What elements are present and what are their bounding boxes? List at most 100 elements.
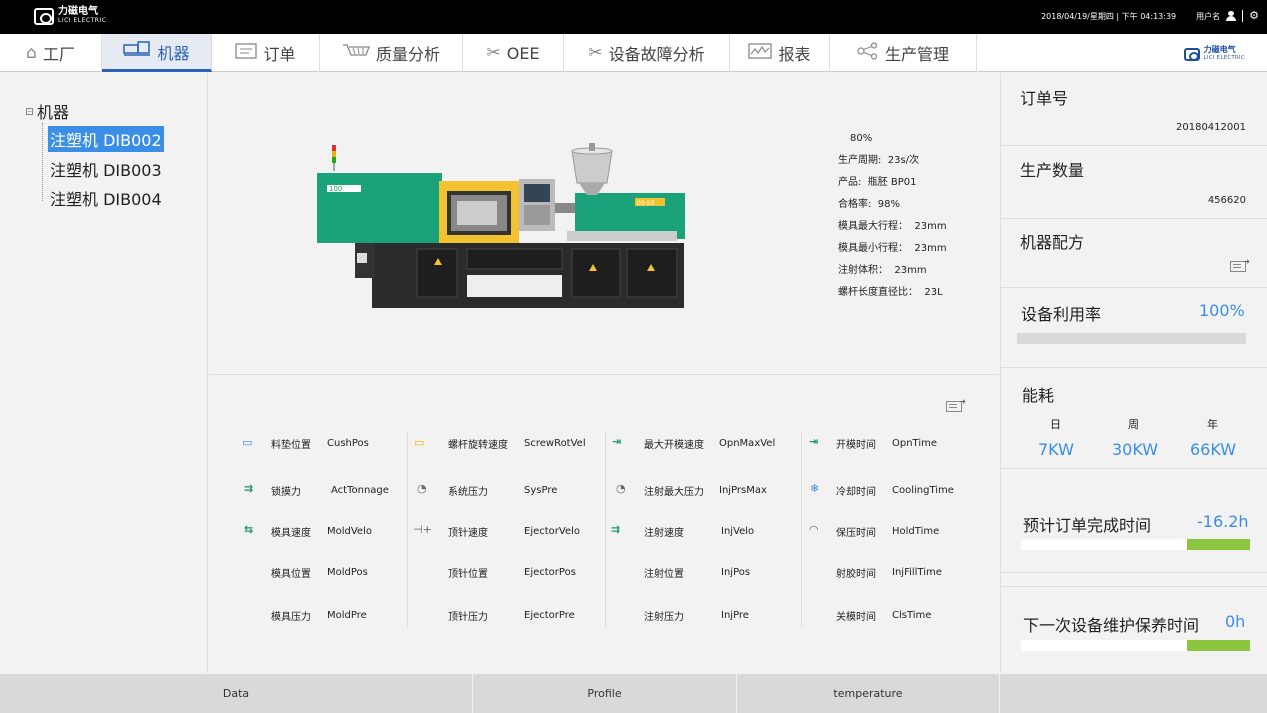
param-item[interactable]: 料垫位置 CushPos	[271, 436, 369, 451]
param-label: 模具压力	[271, 612, 311, 623]
param-item[interactable]: 最大开模速度 OpnMaxVel	[644, 436, 775, 451]
tab-temperature[interactable]: temperature	[737, 674, 1000, 713]
param-label: 关模时间	[836, 612, 876, 623]
param-label: 顶针位置	[448, 569, 488, 580]
logo-mark-icon	[34, 7, 54, 25]
quantity-section: 生产数量 456620	[1001, 146, 1267, 219]
tab-label: 报表	[778, 45, 811, 64]
ejector-icon: ⊣+	[413, 523, 432, 536]
param-label: 注射位置	[644, 569, 684, 580]
spec-row: 螺杆长度直径比： 23L	[838, 282, 947, 304]
snowflake-icon: ❄	[810, 482, 820, 495]
home-icon: ⌂	[26, 43, 37, 63]
machine-specs: 80% 生产周期: 23s/次 产品: 瓶胚 BP01 合格率: 98% 模具最…	[838, 128, 947, 304]
param-item[interactable]: 冷却时间 CoolingTime	[836, 483, 954, 498]
machine-overview: 100 00-SS 80% 生产周期: 23s/次 产品: 瓶胚 BP01 合格…	[209, 73, 999, 373]
energy-week-value: 30KW	[1112, 440, 1159, 459]
param-item[interactable]: 螺杆旋转速度 ScrewRotVel	[448, 436, 586, 451]
tab-label: 生产管理	[884, 45, 949, 64]
param-item[interactable]: 模具位置 MoldPos	[271, 565, 368, 580]
param-code: ScrewRotVel	[524, 438, 586, 449]
spec-label: 螺杆长度直径比：	[838, 287, 918, 298]
param-item[interactable]: 注射压力 InjPre	[644, 608, 749, 623]
spec-value: 23s/次	[887, 155, 920, 166]
param-item[interactable]: 射胶时间 InjFillTime	[836, 565, 942, 580]
status-panel: 订单号 20180412001 生产数量 456620 机器配方 设备利用率 1…	[1000, 73, 1267, 673]
username[interactable]: 用户名	[1196, 11, 1220, 22]
param-code: MoldPos	[327, 567, 368, 578]
tree-root[interactable]: − 机器	[26, 99, 69, 123]
machine-params: ▭ 料垫位置 CushPos ⇉ 锁摸力 ActTonnage ⇆ 模具速度 Mold…	[209, 374, 999, 674]
energy-week-label: 周	[1128, 418, 1139, 431]
clamp-icon: ⇉	[244, 482, 254, 495]
tab-machine[interactable]: 机器	[102, 34, 212, 72]
tab-label: 设备故障分析	[608, 45, 705, 64]
column-divider	[605, 432, 606, 627]
param-item[interactable]: 顶针压力 EjectorPre	[448, 608, 575, 623]
param-item[interactable]: 注射位置 InjPos	[644, 565, 750, 580]
tab-factory[interactable]: ⌂ 工厂	[0, 34, 102, 72]
tab-production[interactable]: 生产管理	[830, 34, 977, 72]
param-item[interactable]: 系统压力 SysPre	[448, 483, 557, 498]
collapse-icon[interactable]: −	[26, 107, 33, 115]
param-item[interactable]: 模具压力 MoldPre	[271, 608, 367, 623]
gauge-icon: ◔	[616, 482, 626, 495]
param-code: ClsTime	[892, 610, 932, 621]
machine-icon	[123, 41, 151, 62]
spec-value: 瓶胚 BP01	[867, 177, 917, 188]
param-item[interactable]: 顶针位置 EjectorPos	[448, 565, 576, 580]
column-divider	[801, 432, 802, 627]
tab-order[interactable]: 订单	[212, 34, 320, 72]
param-label: 锁摸力	[271, 487, 301, 498]
param-item[interactable]: 开模时间 OpnTime	[836, 436, 937, 451]
recipe-title: 机器配方	[1020, 233, 1085, 252]
timer-icon: ◠	[809, 523, 819, 536]
open-mold-icon: ⇥	[809, 435, 819, 448]
export-icon[interactable]	[946, 397, 966, 412]
utilization-title: 设备利用率	[1021, 305, 1102, 324]
spec-row: 合格率: 98%	[838, 194, 947, 216]
param-item[interactable]: 锁摸力 ActTonnage	[271, 483, 389, 498]
order-value: 20180412001	[1176, 122, 1246, 133]
export-icon[interactable]	[1230, 257, 1250, 272]
tab-data[interactable]: Data	[0, 674, 473, 713]
tree-item[interactable]: 注塑机 DIB004	[48, 185, 164, 211]
energy-section: 能耗 日 周 年 7KW 30KW 66KW	[1001, 368, 1267, 469]
gear-icon[interactable]: ⚙	[1249, 10, 1259, 21]
nav-brand-logo: 力磁电气 LICI ELECTRIC	[1183, 45, 1245, 63]
param-item[interactable]: 模具速度 MoldVelo	[271, 524, 372, 539]
gauge-icon: ◔	[417, 482, 427, 495]
tab-quality[interactable]: 质量分析	[320, 34, 463, 72]
param-item[interactable]: 关模时间 ClsTime	[836, 608, 931, 623]
tab-oee[interactable]: ✂ OEE	[463, 34, 564, 72]
machine-tree-panel: − 机器 注塑机 DIB002 注塑机 DIB003 注塑机 DIB004	[0, 73, 208, 673]
logo-mark-icon	[1183, 47, 1200, 61]
column-divider	[407, 432, 408, 627]
param-item[interactable]: 保压时间 HoldTime	[836, 524, 939, 539]
param-item[interactable]: 注射速度 InjVelo	[644, 524, 754, 539]
user-icon[interactable]	[1226, 11, 1237, 21]
utilization-value: 100%	[1199, 301, 1245, 320]
tab-report[interactable]: 报表	[730, 34, 830, 72]
tab-label: 质量分析	[375, 45, 440, 64]
tab-profile[interactable]: Profile	[473, 674, 737, 713]
param-code: InjVelo	[721, 526, 755, 537]
param-label: 模具速度	[271, 528, 311, 539]
tab-fault-analysis[interactable]: ✂ 设备故障分析	[564, 34, 730, 72]
order-title: 订单号	[1020, 89, 1069, 108]
param-label: 射胶时间	[836, 569, 876, 580]
param-code: InjPre	[721, 610, 749, 621]
param-code: CoolingTime	[892, 485, 954, 496]
spec-label: 模具最大行程：	[838, 221, 908, 232]
spec-label: 模具最小行程：	[838, 243, 908, 254]
quantity-title: 生产数量	[1020, 161, 1085, 180]
tree-item[interactable]: 注塑机 DIB002	[48, 126, 164, 152]
bottom-tabs: Data Profile temperature	[0, 674, 1267, 713]
tree-line	[42, 123, 43, 201]
logo-text-en: LICI ELECTRIC	[58, 17, 107, 24]
param-item[interactable]: 顶针速度 EjectorVelo	[448, 524, 580, 539]
eta-bar-fill	[1187, 539, 1250, 550]
tree-item[interactable]: 注塑机 DIB003	[48, 156, 164, 182]
param-code: ActTonnage	[331, 485, 389, 496]
param-item[interactable]: 注射最大压力 InjPrsMax	[644, 483, 767, 498]
